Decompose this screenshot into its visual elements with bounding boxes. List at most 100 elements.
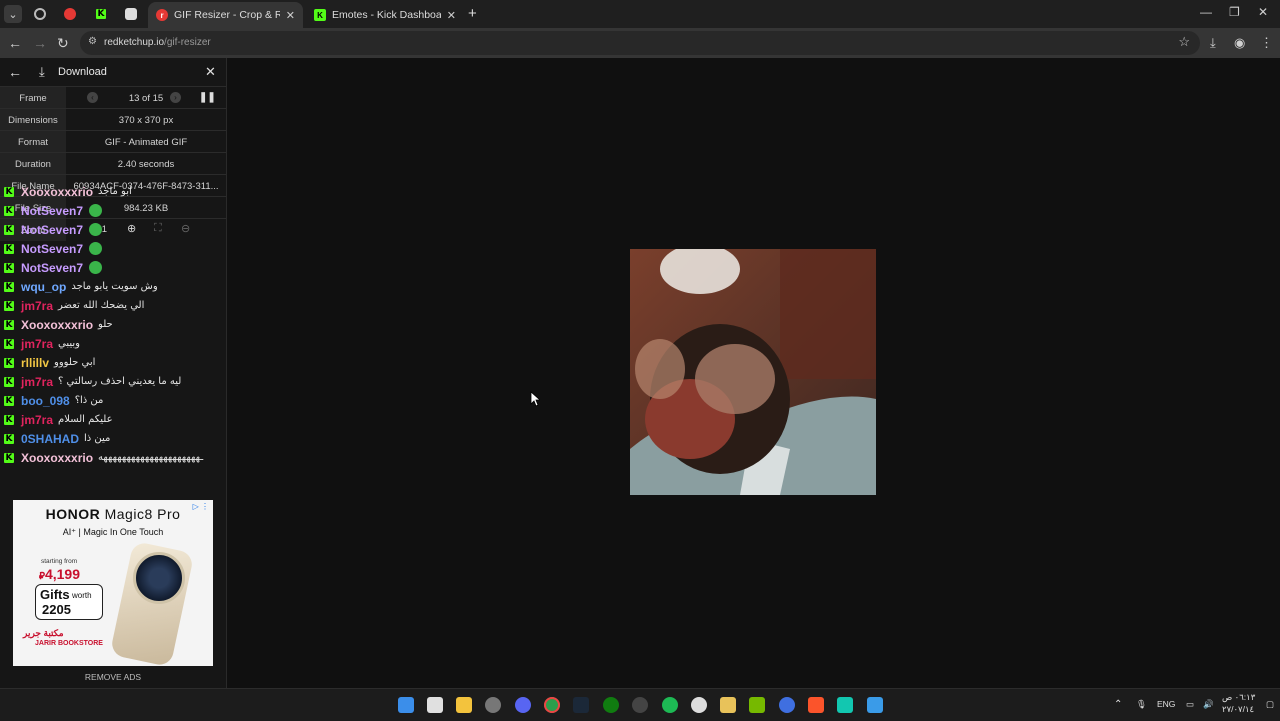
- chat-message: Kjm7ra الي يضحك الله تعضر: [4, 296, 144, 315]
- tab-search-button[interactable]: ⌄: [4, 5, 22, 23]
- tray-overflow-icon[interactable]: ⌃: [1114, 699, 1122, 710]
- phone-camera-image: [133, 552, 185, 604]
- kick-icon: K: [4, 224, 14, 235]
- chat-message: K Xooxoxxxrio حلو: [4, 315, 113, 334]
- ad-price: ⃁4,199: [39, 566, 80, 582]
- chat-username[interactable]: Xooxoxxxrio: [21, 318, 93, 332]
- obs-icon[interactable]: [632, 697, 648, 713]
- chat-message: K NotSeven7: [4, 220, 103, 239]
- restore-icon[interactable]: ❐: [1229, 5, 1240, 19]
- chat-username[interactable]: NotSeven7: [21, 223, 83, 237]
- mouse-cursor-icon: [530, 391, 540, 407]
- chat-text: عليكم السلام: [58, 414, 113, 425]
- pinned-tab-2[interactable]: [57, 4, 83, 24]
- chat-username[interactable]: 0SHAHAD: [21, 432, 79, 446]
- chat-username[interactable]: NotSeven7: [21, 261, 83, 275]
- info-key: Format: [0, 131, 66, 153]
- kick-icon: K: [4, 186, 14, 197]
- chat-username[interactable]: boo_098: [21, 394, 70, 408]
- chat-username[interactable]: NotSeven7: [21, 204, 83, 218]
- tab-kick-dashboard[interactable]: K Emotes - Kick Dashboard ✕: [306, 2, 464, 28]
- fit-screen-icon[interactable]: ⛶: [154, 222, 162, 235]
- zoom-in-icon[interactable]: ⊕: [127, 222, 136, 235]
- honor-advertisement[interactable]: ▷ ⋮ HONOR Magic8 Pro AI⁺ | Magic In One …: [13, 500, 213, 666]
- info-row-frame: Frame ‹ 13 of 15 › ❚❚: [0, 86, 226, 109]
- network-icon[interactable]: ▭: [1186, 699, 1194, 710]
- downloads-icon[interactable]: ⤓: [1210, 34, 1216, 52]
- tab-strip: ⌄ K r GIF Resizer - Crop & Resize Animat…: [0, 0, 1280, 28]
- chat-text: الي يضحك الله تعضر: [58, 300, 145, 311]
- tab-gif-resizer[interactable]: r GIF Resizer - Crop & Resize Animated G…: [148, 2, 303, 28]
- app-icon[interactable]: [720, 697, 736, 713]
- close-icon[interactable]: ✕: [205, 64, 216, 80]
- previous-frame-icon[interactable]: ‹: [87, 92, 98, 103]
- bookmark-star-icon[interactable]: ☆: [1178, 34, 1190, 50]
- chat-username[interactable]: rllillv: [21, 356, 49, 370]
- steam-icon[interactable]: [573, 697, 589, 713]
- xbox-icon[interactable]: [603, 697, 619, 713]
- capcut-icon[interactable]: [691, 697, 707, 713]
- windows-start-icon[interactable]: [398, 697, 414, 713]
- kick-icon: K: [4, 281, 14, 292]
- brave-icon[interactable]: [808, 697, 824, 713]
- chrome-icon[interactable]: [544, 697, 560, 713]
- download-icon[interactable]: ⤓: [39, 64, 45, 80]
- close-tab-icon[interactable]: ✕: [286, 9, 295, 22]
- back-icon[interactable]: ←: [8, 34, 22, 52]
- chat-username[interactable]: Xooxoxxxrio: [21, 451, 93, 465]
- info-value: 370 x 370 px: [118, 114, 174, 126]
- audio-app-icon[interactable]: [837, 697, 853, 713]
- pause-icon[interactable]: ❚❚: [199, 92, 216, 103]
- arrow-left-icon[interactable]: ←: [8, 64, 22, 80]
- remove-ads-link[interactable]: REMOVE ADS: [0, 672, 226, 682]
- info-key: Duration: [0, 153, 66, 175]
- vpn-icon[interactable]: [779, 697, 795, 713]
- minimize-icon[interactable]: —: [1200, 5, 1212, 19]
- pinned-tab-1[interactable]: [27, 4, 53, 24]
- address-bar[interactable]: ⚙ redketchup.io/gif-resizer ☆: [80, 31, 1200, 55]
- chat-username[interactable]: Xooxoxxxrio: [21, 185, 93, 199]
- language-indicator[interactable]: ENG: [1157, 699, 1175, 709]
- next-frame-icon[interactable]: ›: [170, 92, 181, 103]
- clock-date[interactable]: ٢٧/٠٧/١٤: [1222, 704, 1254, 715]
- settings-icon[interactable]: [485, 697, 501, 713]
- discord-icon[interactable]: [515, 697, 531, 713]
- pinned-tab-4[interactable]: [118, 4, 144, 24]
- gif-preview-image[interactable]: [630, 249, 876, 495]
- frame-counter: 13 of 15: [128, 92, 164, 104]
- file-explorer-icon[interactable]: [456, 697, 472, 713]
- ad-gift-box: Gifts worth 2205: [35, 584, 103, 620]
- chat-text: ليه ما يعديني احذف رسالتي ؟: [58, 376, 182, 387]
- navigation-bar: ← → ↻ ⚙ redketchup.io/gif-resizer ☆ ⤓ ◉ …: [0, 28, 1280, 58]
- reload-icon[interactable]: ↻: [57, 34, 69, 52]
- tab-title: Emotes - Kick Dashboard: [332, 9, 441, 21]
- zoom-out-icon[interactable]: ⊖: [181, 222, 190, 235]
- site-icon: [64, 8, 76, 20]
- close-tab-icon[interactable]: ✕: [447, 9, 456, 22]
- profile-icon[interactable]: ◉: [1234, 34, 1245, 52]
- chat-text: من ذا؟: [74, 395, 104, 406]
- nvidia-icon[interactable]: [749, 697, 765, 713]
- volume-icon[interactable]: 🔊: [1203, 699, 1214, 710]
- store-icon[interactable]: [427, 697, 443, 713]
- editor-icon[interactable]: [867, 697, 883, 713]
- chat-username[interactable]: jm7ra: [21, 337, 53, 351]
- chat-username[interactable]: jm7ra: [21, 375, 53, 389]
- kick-icon: K: [4, 319, 14, 330]
- chat-username[interactable]: jm7ra: [21, 413, 53, 427]
- chat-username[interactable]: wqu_op: [21, 280, 66, 294]
- menu-icon[interactable]: ⋮: [1260, 34, 1273, 52]
- microphone-icon[interactable]: 🎙: [1136, 699, 1147, 710]
- chat-username[interactable]: jm7ra: [21, 299, 53, 313]
- forward-icon[interactable]: →: [33, 34, 47, 52]
- chat-username[interactable]: NotSeven7: [21, 242, 83, 256]
- pinned-tab-3[interactable]: K: [88, 4, 114, 24]
- site-info-icon[interactable]: ⚙: [88, 36, 97, 47]
- window-close-icon[interactable]: ✕: [1258, 5, 1268, 19]
- new-tab-button[interactable]: +: [468, 6, 477, 21]
- spotify-icon[interactable]: [662, 697, 678, 713]
- download-button[interactable]: Download: [58, 66, 107, 78]
- chat-text: ابي حلووو: [54, 357, 96, 368]
- clock-time[interactable]: ٠٦:١٣ ص: [1222, 692, 1255, 703]
- notification-icon[interactable]: ▢: [1266, 699, 1274, 710]
